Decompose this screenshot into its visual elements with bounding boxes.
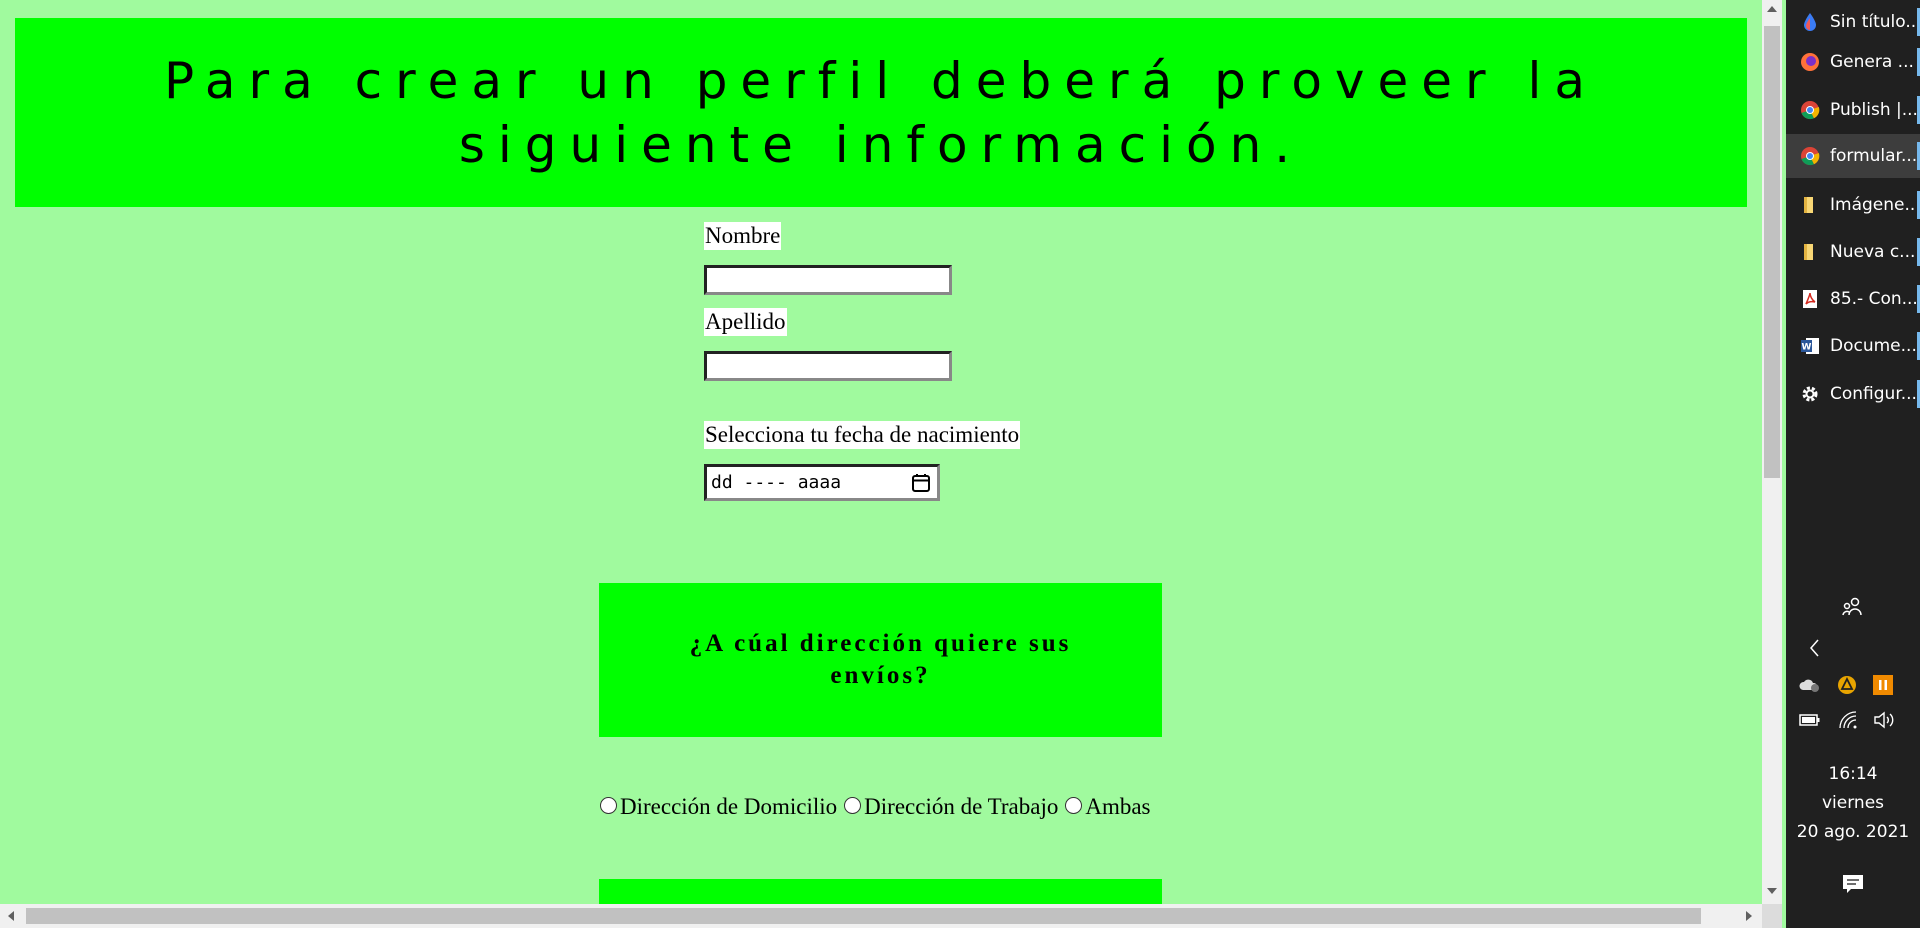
horizontal-scroll-thumb[interactable] bbox=[26, 908, 1701, 924]
taskbar-item-sin-titulo[interactable]: Sin título... bbox=[1786, 0, 1920, 44]
taskbar-item-label: Docume... bbox=[1830, 336, 1917, 356]
chrome-icon bbox=[1800, 100, 1820, 120]
taskbar-item-label: Genera ... bbox=[1830, 52, 1914, 72]
page-title: Para crear un perfil deberá proveer la s… bbox=[163, 51, 1598, 174]
taskbar-item-pdf[interactable]: 85.- Con... bbox=[1786, 277, 1920, 321]
clock-date: 20 ago. 2021 bbox=[1796, 822, 1910, 842]
taskbar-item-label: Sin título... bbox=[1830, 12, 1920, 32]
clock-day: viernes bbox=[1821, 793, 1885, 813]
shipping-question: ¿A cúal dirección quiere sus envíos? bbox=[689, 630, 1072, 689]
vertical-scroll-thumb[interactable] bbox=[1764, 26, 1780, 478]
scroll-right-arrow-icon[interactable] bbox=[1746, 911, 1752, 921]
next-section-box bbox=[599, 879, 1162, 904]
birthdate-placeholder: dd ---- aaaa bbox=[711, 472, 842, 493]
shipping-question-box: ¿A cúal dirección quiere sus envíos? bbox=[599, 583, 1162, 737]
calendar-icon[interactable] bbox=[911, 473, 931, 493]
taskbar-item-nueva[interactable]: Nueva c... bbox=[1786, 230, 1920, 274]
taskbar-item-imagenes[interactable]: Imágene... bbox=[1786, 183, 1920, 227]
radio-trabajo[interactable] bbox=[844, 796, 862, 814]
taskbar-item-formulario[interactable]: formular... bbox=[1786, 134, 1920, 178]
browser-viewport: Para crear un perfil deberá proveer la s… bbox=[0, 0, 1762, 904]
firefox-icon bbox=[1800, 52, 1820, 72]
taskbar-item-label: Configur... bbox=[1830, 384, 1917, 404]
taskbar-item-genera[interactable]: Genera ... bbox=[1786, 40, 1920, 84]
apellido-label: Apellido bbox=[704, 308, 787, 336]
taskbar-item-label: formular... bbox=[1830, 146, 1918, 166]
taskbar-item-documento[interactable]: W Docume... bbox=[1786, 324, 1920, 368]
svg-text:W: W bbox=[1802, 343, 1812, 353]
taskbar-item-label: Nueva c... bbox=[1830, 242, 1916, 262]
taskbar-item-label: Publish |... bbox=[1830, 100, 1918, 120]
folder-icon bbox=[1800, 195, 1820, 215]
birthdate-input[interactable]: dd ---- aaaa bbox=[704, 464, 940, 501]
nombre-input[interactable] bbox=[704, 265, 952, 295]
pause-icon[interactable] bbox=[1872, 674, 1894, 696]
chevron-left-icon[interactable] bbox=[1808, 638, 1822, 658]
taskbar-item-label: 85.- Con... bbox=[1830, 289, 1918, 309]
notification-icon[interactable] bbox=[1841, 872, 1865, 896]
clock-time: 16:14 bbox=[1828, 764, 1878, 784]
header-banner: Para crear un perfil deberá proveer la s… bbox=[15, 18, 1747, 207]
system-clock[interactable]: 16:14 viernes 20 ago. 2021 bbox=[1786, 760, 1920, 847]
taskbar-item-label: Imágene... bbox=[1830, 195, 1920, 215]
radio-ambas[interactable] bbox=[1065, 796, 1083, 814]
word-icon: W bbox=[1800, 336, 1820, 356]
wifi-icon[interactable] bbox=[1838, 710, 1858, 730]
scroll-left-arrow-icon[interactable] bbox=[8, 911, 14, 921]
taskbar: Sin título... Genera ... Publish |... fo… bbox=[1786, 0, 1920, 928]
apellido-input[interactable] bbox=[704, 351, 952, 381]
cloud-icon[interactable] bbox=[1798, 676, 1822, 694]
scroll-down-arrow-icon[interactable] bbox=[1767, 888, 1777, 894]
nombre-label: Nombre bbox=[704, 222, 782, 250]
chrome-icon bbox=[1800, 146, 1820, 166]
vpn-warning-icon[interactable] bbox=[1836, 674, 1858, 696]
folder-icon bbox=[1800, 242, 1820, 262]
horizontal-scrollbar[interactable] bbox=[0, 904, 1762, 928]
radio-domicilio-label: Dirección de Domicilio bbox=[620, 794, 838, 819]
fecha-label: Selecciona tu fecha de nacimiento bbox=[704, 421, 1021, 449]
radio-ambas-label: Ambas bbox=[1085, 794, 1151, 819]
battery-icon[interactable] bbox=[1798, 712, 1822, 728]
scroll-up-arrow-icon[interactable] bbox=[1767, 6, 1777, 12]
pdf-icon bbox=[1800, 289, 1820, 309]
taskbar-item-publish[interactable]: Publish |... bbox=[1786, 88, 1920, 132]
scrollbar-corner bbox=[1762, 904, 1782, 928]
people-icon[interactable] bbox=[1841, 596, 1863, 618]
radio-domicilio[interactable] bbox=[600, 796, 617, 814]
vertical-scrollbar[interactable] bbox=[1762, 0, 1782, 904]
gear-icon bbox=[1800, 384, 1820, 404]
drop-icon bbox=[1800, 12, 1820, 32]
shipping-options: Dirección de Domicilio Dirección de Trab… bbox=[599, 794, 1157, 820]
taskbar-item-configuracion[interactable]: Configur... bbox=[1786, 372, 1920, 416]
radio-trabajo-label: Dirección de Trabajo bbox=[864, 794, 1059, 819]
volume-icon[interactable] bbox=[1872, 710, 1896, 730]
